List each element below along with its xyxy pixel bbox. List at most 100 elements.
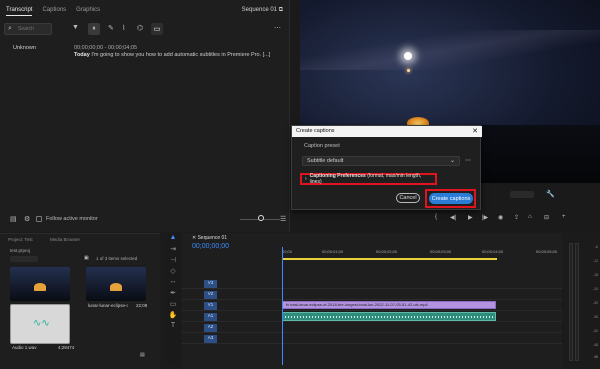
transcript-text[interactable]: Today I'm going to show you how to add a…	[74, 52, 284, 58]
transcript-rest: I'm going to show you how to add automat…	[89, 52, 271, 58]
captioning-preferences-label: Captioning Preferences (format, max/min …	[310, 173, 432, 185]
settings-icon[interactable]: ⚙	[24, 215, 30, 223]
meter-tick: -24	[592, 287, 598, 291]
mark-in-icon[interactable]: {	[435, 214, 437, 220]
filter-icon[interactable]: ▼	[72, 24, 79, 31]
ripple-edit-icon[interactable]: ⊣	[166, 256, 180, 267]
track-select-icon[interactable]: ⇥	[166, 245, 180, 256]
export-frame-icon[interactable]: ◉	[498, 214, 503, 221]
timeline-timecode[interactable]: 00;00;00;00	[192, 243, 229, 250]
more-options-icon[interactable]: ⋯	[274, 24, 281, 32]
sequence-link[interactable]: Sequence 01 ⧉	[242, 7, 283, 14]
audio-meters: -6 -12 -18 -24 -30 -36 -42 -48 dB	[563, 233, 600, 369]
selection-count: 1 of 3 items selected	[96, 256, 138, 261]
captioning-preferences-toggle[interactable]: › Captioning Preferences (format, max/mi…	[300, 173, 437, 185]
search-input[interactable]	[18, 26, 50, 32]
type-icon[interactable]: T	[166, 322, 180, 333]
add-button-icon[interactable]: +	[562, 214, 566, 220]
track-v3[interactable]: V3	[182, 279, 562, 289]
fit-dropdown[interactable]	[510, 191, 534, 198]
panel-tabs: Transcript Captions Graphics	[6, 7, 100, 16]
small-star	[407, 69, 410, 72]
razor-icon[interactable]: ◇	[166, 267, 180, 278]
preset-more-icon[interactable]: ⋯	[465, 157, 471, 164]
camera-icon[interactable]: ⌂	[528, 214, 532, 220]
speaker-label[interactable]: Unknown	[13, 45, 36, 51]
create-captions-icon[interactable]: ▭	[151, 23, 163, 35]
thumb-video[interactable]	[86, 267, 146, 301]
meter-left	[569, 243, 573, 361]
dialog-title: Create captions	[296, 128, 335, 134]
cancel-button[interactable]: Cancel	[396, 193, 420, 203]
playhead[interactable]	[282, 247, 283, 365]
sliders-icon[interactable]: ☰	[280, 215, 286, 223]
play-icon[interactable]: ▶	[468, 214, 473, 221]
wrench-icon[interactable]: 🔧	[546, 190, 555, 198]
sequence-tab-label: Sequence 01	[197, 235, 228, 241]
track-label: A3	[204, 335, 217, 343]
meter-tick: dB	[593, 355, 598, 359]
caption-preset-select[interactable]: Subtitle default ⌄	[302, 156, 460, 166]
thumb-tent	[34, 283, 46, 291]
slip-icon[interactable]: ↔	[166, 278, 180, 289]
work-area-bar[interactable]	[282, 258, 497, 260]
search-box[interactable]: ⌕	[4, 23, 52, 35]
audio-clip[interactable]	[282, 312, 496, 321]
transcript-footer: ▤ ⚙ Follow active monitor ☰	[6, 214, 290, 226]
track-label: V1	[204, 302, 217, 310]
tools-panel: ▲ ⇥ ⊣ ◇ ↔ ✒ ▭ ✋ T	[166, 234, 180, 364]
sequence-tab[interactable]: ✕ Sequence 01	[192, 235, 227, 241]
tab-media-browser[interactable]: Media Browser	[50, 237, 80, 242]
pencil-icon[interactable]: ✎	[108, 24, 114, 32]
close-icon[interactable]: ✕	[472, 127, 478, 135]
rectangle-icon[interactable]: ▭	[166, 300, 180, 311]
tab-captions[interactable]: Captions	[42, 7, 66, 16]
transcript-first-word: Today	[74, 52, 90, 58]
merge-icon[interactable]: ⌬	[137, 24, 143, 32]
dialog-titlebar: Create captions ✕	[292, 126, 482, 137]
pause-icon[interactable]: ⏸	[88, 23, 100, 35]
video-clip[interactable]: fx total-lunar-eclipse-of-2018-the-longe…	[282, 301, 496, 309]
caption-track-icon[interactable]: ▤	[10, 215, 17, 223]
step-forward-icon[interactable]: |▶	[482, 214, 488, 221]
tab-project[interactable]: Project: Test	[8, 237, 33, 242]
zoom-slider-handle[interactable]	[258, 215, 264, 221]
search-icon: ⌕	[8, 25, 12, 32]
comparison-icon[interactable]: ⊟	[544, 214, 549, 221]
track-v2[interactable]: V2	[182, 290, 562, 300]
project-filename: test.prproj	[10, 248, 31, 253]
meter-tick: -42	[592, 329, 598, 333]
new-item-icon[interactable]: ▤	[140, 352, 145, 358]
caption-preset-label: Caption preset	[304, 143, 340, 149]
step-back-icon[interactable]: ◀|	[450, 214, 456, 221]
lift-icon[interactable]: ⇪	[514, 214, 519, 221]
thumb-audio[interactable]: ∿∿	[10, 304, 70, 344]
tab-transcript[interactable]: Transcript	[6, 7, 33, 16]
transcript-panel: Transcript Captions Graphics Sequence 01…	[0, 0, 290, 232]
thumb-sequence[interactable]	[10, 267, 70, 301]
split-icon[interactable]: ⌇	[122, 24, 125, 32]
item-name: lunar-lunar-eclipse-of-2...	[88, 303, 128, 308]
caption-preset-value: Subtitle default	[307, 158, 344, 164]
item-name: Audio 1.wav	[12, 345, 37, 350]
selection-tool-icon[interactable]: ▲	[166, 234, 180, 245]
track-a2[interactable]: A2	[182, 323, 562, 333]
follow-monitor-toggle[interactable]: Follow active monitor	[36, 216, 98, 222]
track-a3[interactable]: A3	[182, 334, 562, 344]
sequence-link-icon: ⧉	[278, 7, 283, 13]
track-label: A2	[204, 324, 217, 332]
bin-icon[interactable]: ▣	[84, 255, 89, 261]
project-search[interactable]	[10, 256, 38, 262]
create-captions-button[interactable]: Create captions	[429, 193, 473, 204]
hand-icon[interactable]: ✋	[166, 311, 180, 322]
follow-checkbox[interactable]	[36, 216, 42, 222]
tab-graphics[interactable]: Graphics	[76, 7, 100, 16]
ruler-label: 00;00	[282, 249, 293, 254]
meter-tick: -6	[594, 245, 598, 249]
follow-label: Follow active monitor	[46, 216, 98, 222]
transcript-toolbar: ⌕ ▼ ⏸ ✎ ⌇ ⌬ ▭ ⋯	[4, 23, 286, 37]
ruler-label: 00;00;04;00	[482, 249, 504, 254]
ruler-label: 00;00;05;00	[536, 249, 558, 254]
pen-icon[interactable]: ✒	[166, 289, 180, 300]
meter-tick: -48	[592, 343, 598, 347]
